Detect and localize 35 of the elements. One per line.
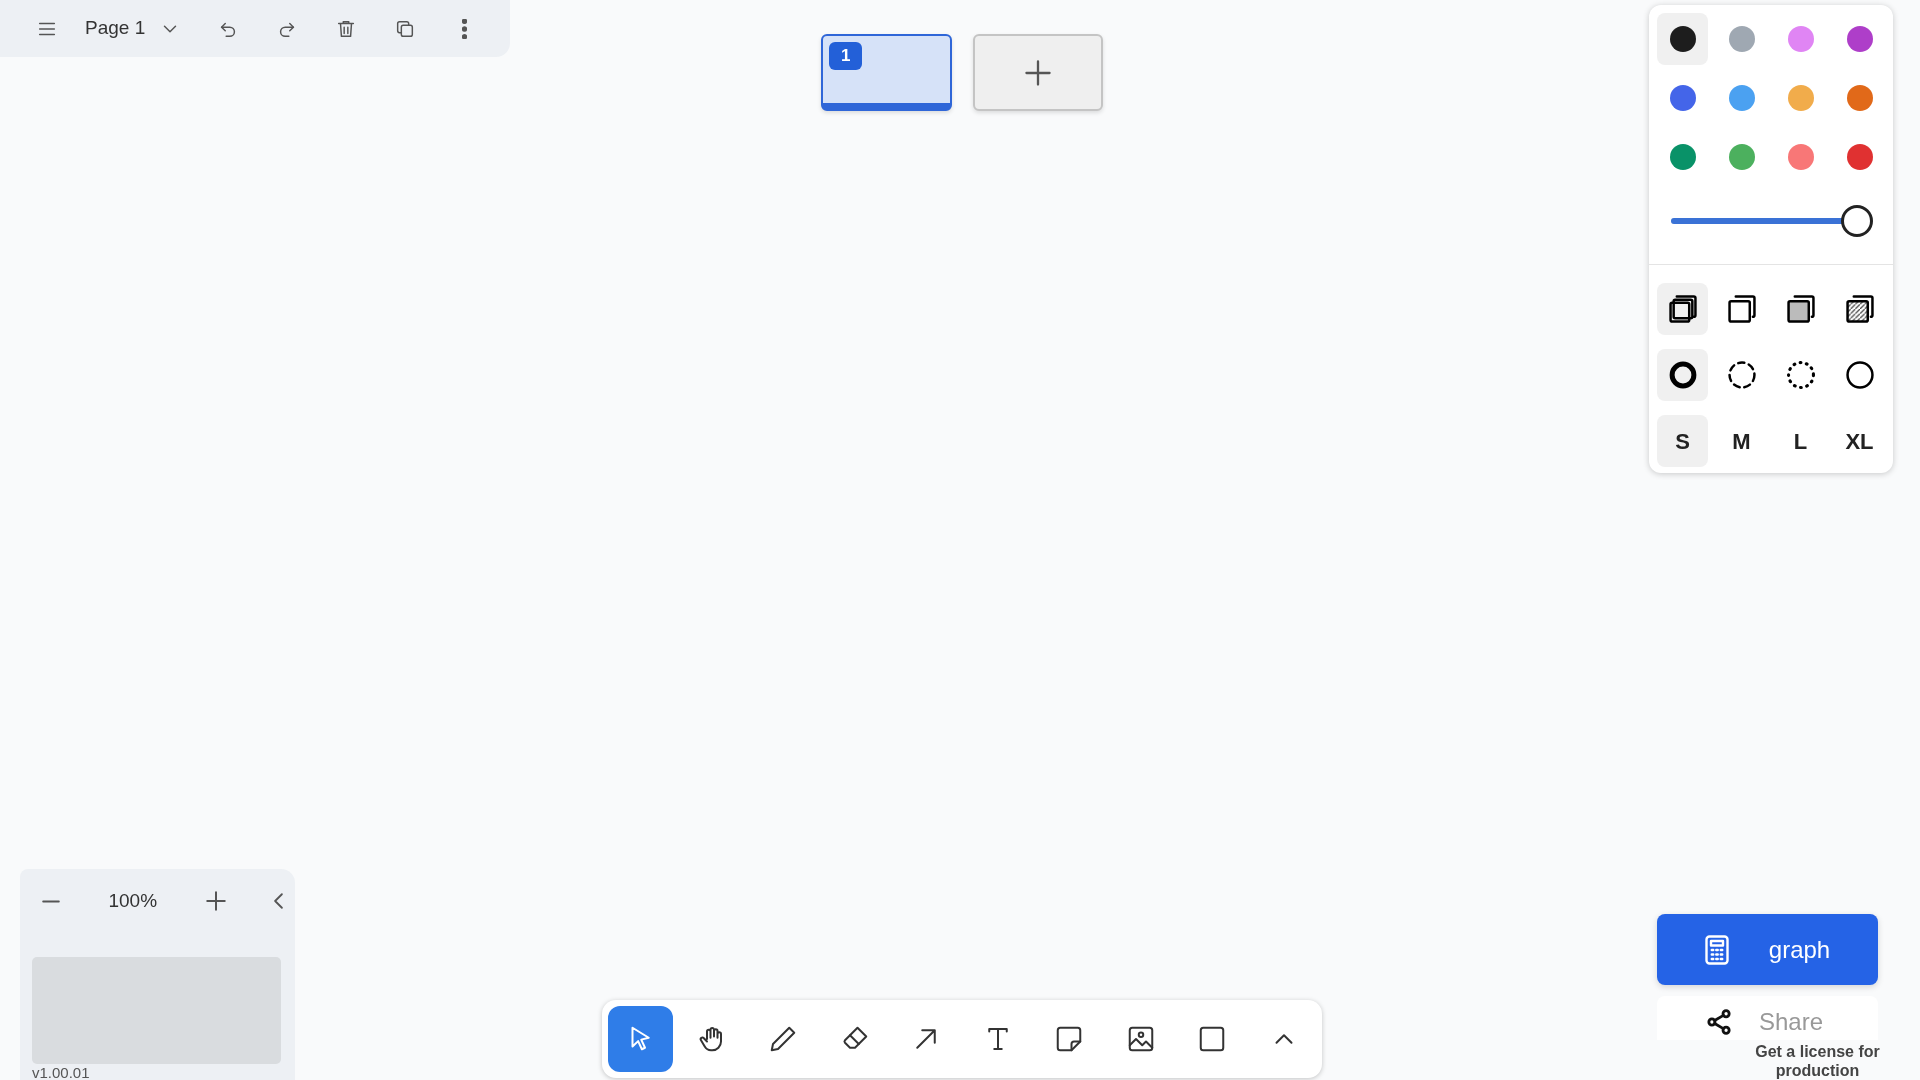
fill-option[interactable] — [1657, 283, 1708, 335]
plus-icon — [205, 891, 226, 911]
calculator-icon — [1704, 934, 1729, 965]
color-swatch[interactable] — [1657, 13, 1708, 65]
fill-pattern-icon — [1845, 295, 1874, 323]
dash-option[interactable] — [1657, 349, 1708, 401]
dash-dashed-icon — [1727, 361, 1756, 389]
share-icon — [1707, 1008, 1731, 1035]
page-number: 1 — [829, 42, 863, 70]
fill-none-icon — [1668, 295, 1697, 323]
graph-button[interactable]: graph — [1657, 914, 1878, 985]
plus-icon — [1025, 59, 1051, 86]
more-button[interactable] — [462, 18, 468, 39]
size-option[interactable]: L — [1775, 415, 1826, 467]
collapse-button[interactable] — [273, 893, 283, 909]
dash-dotted-icon — [1786, 361, 1815, 389]
zoom-out-button[interactable] — [42, 899, 60, 903]
zoom-level[interactable]: 100% — [108, 886, 158, 916]
license-link[interactable]: Get a license for production — [1740, 1042, 1895, 1080]
size-option[interactable]: XL — [1834, 415, 1885, 467]
page-thumbnail[interactable]: 1 — [821, 34, 952, 111]
fill-solid-icon — [1786, 295, 1815, 323]
more-icon — [462, 18, 468, 39]
minus-icon — [42, 899, 60, 903]
dash-draw-icon — [1668, 361, 1697, 389]
fill-semi-icon — [1727, 295, 1756, 323]
page-name[interactable]: Page 1 — [85, 14, 146, 43]
dash-solid-icon — [1845, 361, 1874, 389]
size-option[interactable]: S — [1657, 415, 1708, 467]
opacity-slider[interactable] — [1669, 204, 1873, 238]
zoom-in-button[interactable] — [205, 891, 226, 911]
slider-thumb[interactable] — [1841, 205, 1873, 237]
size-option[interactable]: M — [1716, 415, 1767, 467]
chevron-left-icon — [273, 893, 283, 909]
version-label: v1.00.01 — [32, 1065, 91, 1080]
